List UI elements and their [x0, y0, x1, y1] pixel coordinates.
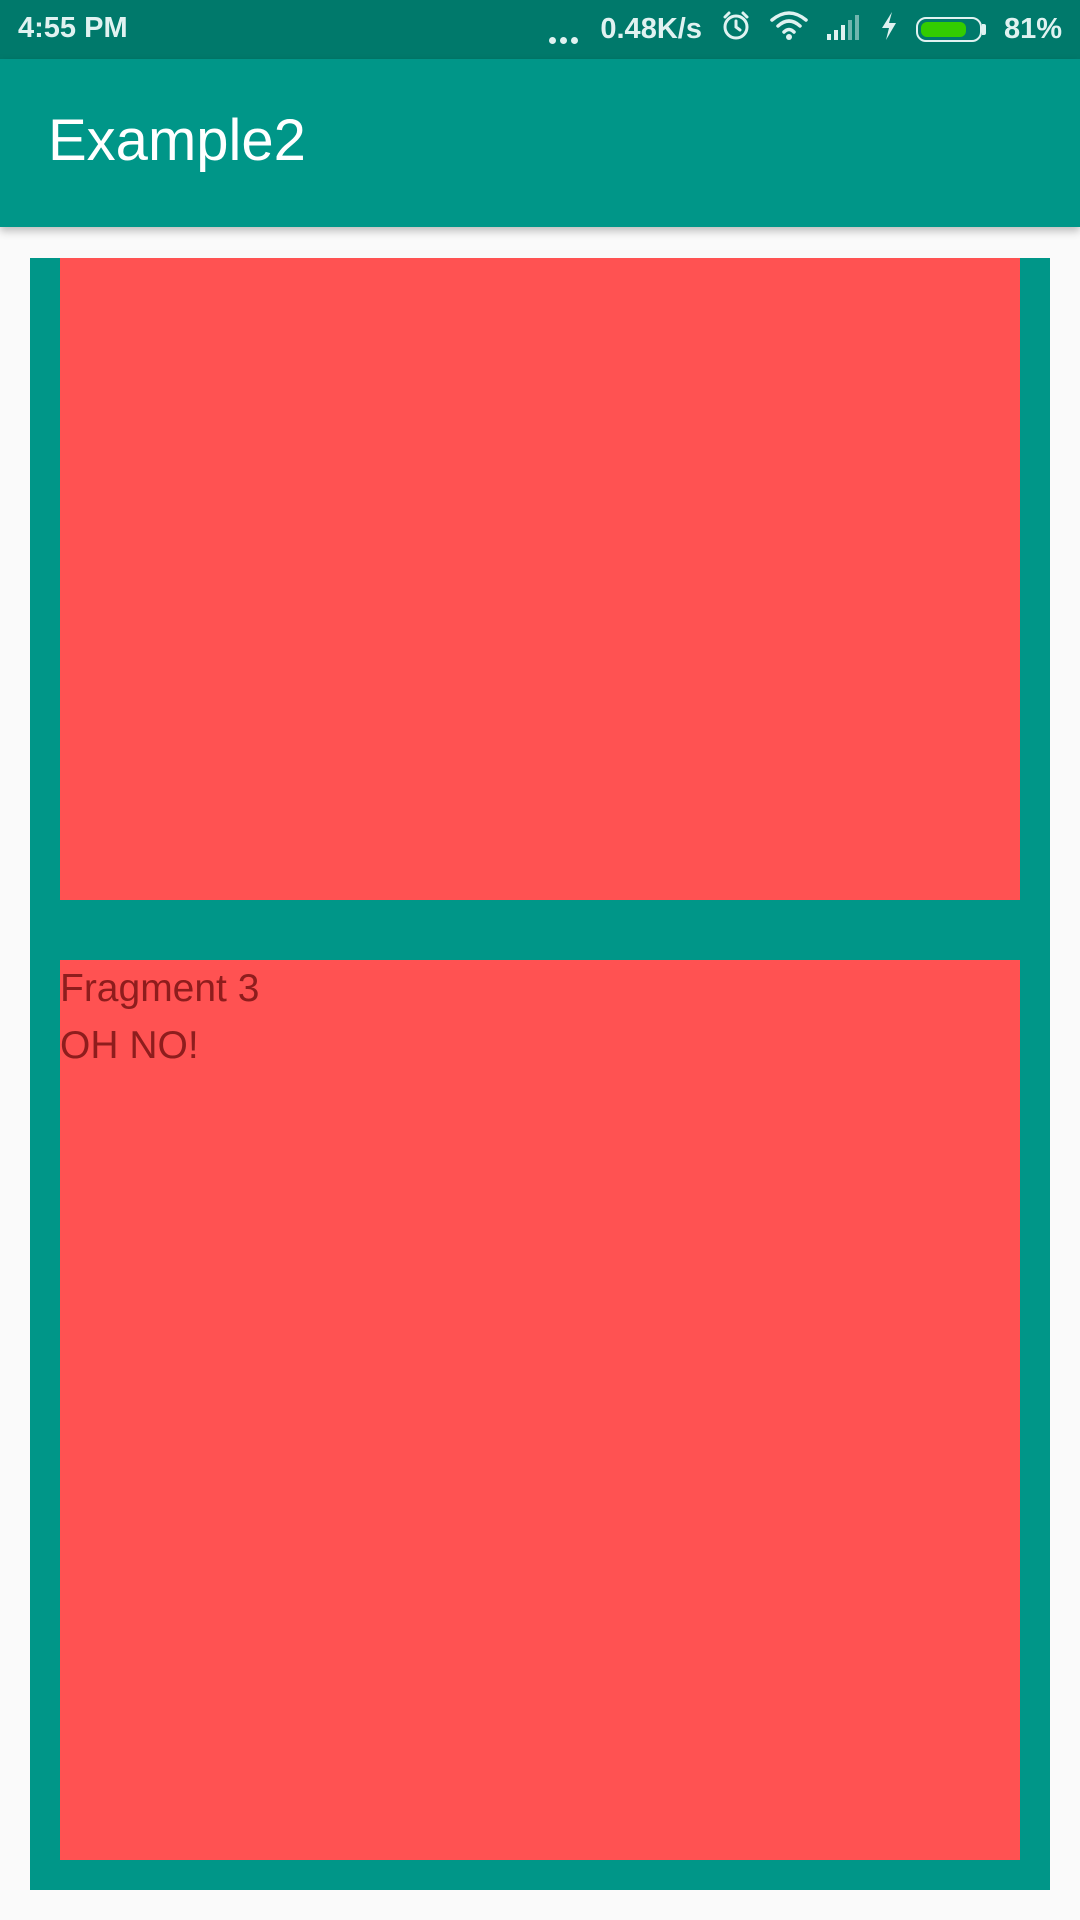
- charging-bolt-icon: [880, 11, 898, 49]
- fragment-panel-bottom: Fragment 3 OH NO!: [60, 960, 1020, 1860]
- status-icons: 0.48K/s 81%: [531, 0, 1062, 59]
- fragment-container: Fragment 3 OH NO!: [30, 258, 1050, 1890]
- app-title: Example2: [48, 108, 306, 173]
- signal-icon: [826, 12, 862, 48]
- app-bar: Example2: [0, 59, 1080, 227]
- battery-icon: [915, 17, 986, 42]
- more-dots-icon: [549, 14, 582, 46]
- fragment-message: OH NO!: [60, 1024, 199, 1067]
- status-bar: 4:55 PM 0.48K/s 81%: [0, 0, 1080, 59]
- alarm-icon: [720, 10, 752, 50]
- fragment-panel-top: [60, 258, 1020, 900]
- network-speed: 0.48K/s: [600, 13, 702, 45]
- battery-percent: 81%: [1003, 13, 1062, 45]
- fragment-label: Fragment 3: [60, 967, 260, 1010]
- wifi-icon: [770, 10, 808, 49]
- status-time: 4:55 PM: [18, 12, 128, 44]
